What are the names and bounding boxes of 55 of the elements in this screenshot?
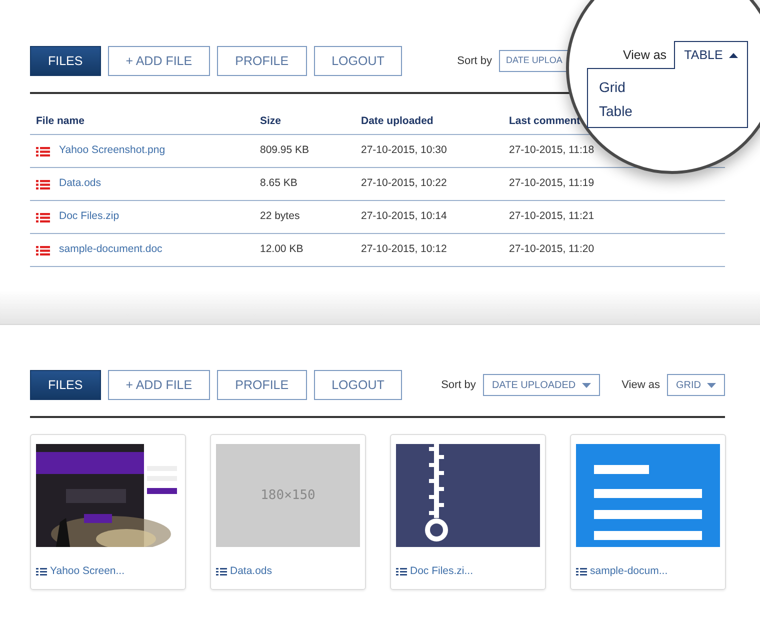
table-cell-text: 22 bytes: [260, 209, 301, 224]
column-header: Date uploaded: [361, 114, 434, 130]
nav-button[interactable]: + ADD FILE: [108, 46, 210, 76]
nav-button[interactable]: PROFILE: [217, 46, 307, 76]
file-link[interactable]: sample-docum...: [590, 564, 668, 580]
list-icon: [36, 178, 50, 190]
menu-item[interactable]: Grid: [599, 75, 747, 99]
file-link[interactable]: Doc Files.zip: [59, 209, 120, 225]
table-cell-text: 27-10-2015, 11:20: [509, 242, 596, 258]
caret-down-icon: [582, 382, 591, 388]
list-icon: [216, 567, 227, 576]
table-cell-text: 27-10-2015, 11:18: [509, 143, 596, 158]
sort-label: Sort by: [457, 54, 492, 69]
nav-button[interactable]: LOGOUT: [314, 46, 402, 76]
file-card[interactable]: Yahoo Screen...: [30, 434, 186, 590]
view-dropdown[interactable]: GRID: [667, 374, 725, 396]
table-cell-text: 8.65 KB: [260, 176, 298, 192]
table-cell-text: 27-10-2015, 10:22: [361, 176, 448, 192]
list-icon: [36, 244, 50, 256]
list-icon: [576, 567, 587, 576]
table-cell-text: 27-10-2015, 10:12: [361, 242, 448, 258]
sort-dropdown[interactable]: DATE UPLOADED: [482, 374, 600, 396]
list-icon: [396, 567, 407, 576]
column-header: Size: [260, 114, 282, 130]
sort-label: Sort by: [441, 378, 476, 393]
list-icon: [36, 146, 50, 156]
view-dropdown[interactable]: TABLE: [674, 41, 748, 69]
menu-item[interactable]: Table: [599, 99, 747, 123]
file-card[interactable]: Doc Files.zi...: [390, 434, 546, 590]
nav-button[interactable]: LOGOUT: [314, 370, 402, 400]
file-link[interactable]: Data.ods: [230, 564, 272, 580]
file-link[interactable]: Data.ods: [59, 176, 102, 192]
file-link[interactable]: Doc Files.zi...: [410, 564, 474, 580]
nav-button[interactable]: PROFILE: [217, 370, 307, 400]
nav-button[interactable]: FILES: [30, 370, 101, 400]
table-cell-text: 809.95 KB: [260, 143, 310, 158]
table-cell-text: 27-10-2015, 10:30: [361, 143, 448, 158]
placeholder-label: 180×150: [260, 486, 316, 505]
nav-button[interactable]: FILES: [30, 46, 101, 76]
column-header: Last comment: [509, 114, 582, 130]
table-cell-text: 27-10-2015, 11:21: [509, 209, 596, 224]
file-link[interactable]: sample-document.doc: [59, 242, 162, 258]
list-icon: [36, 567, 47, 576]
file-link[interactable]: Yahoo Screenshot.png: [59, 143, 166, 159]
table-cell-text: 27-10-2015, 11:19: [509, 176, 596, 192]
view-label: View as: [622, 378, 660, 393]
table-cell-text: 12.00 KB: [260, 242, 304, 258]
nav-button[interactable]: + ADD FILE: [108, 370, 210, 400]
file-card[interactable]: sample-docum...: [570, 434, 726, 590]
file-card[interactable]: 180×150 Data.ods: [210, 434, 366, 590]
file-link[interactable]: Yahoo Screen...: [50, 564, 125, 580]
list-icon: [36, 212, 50, 222]
view-label: View as: [623, 47, 667, 64]
table-cell-text: 27-10-2015, 10:14: [361, 209, 448, 224]
column-header: File name: [35, 114, 86, 130]
